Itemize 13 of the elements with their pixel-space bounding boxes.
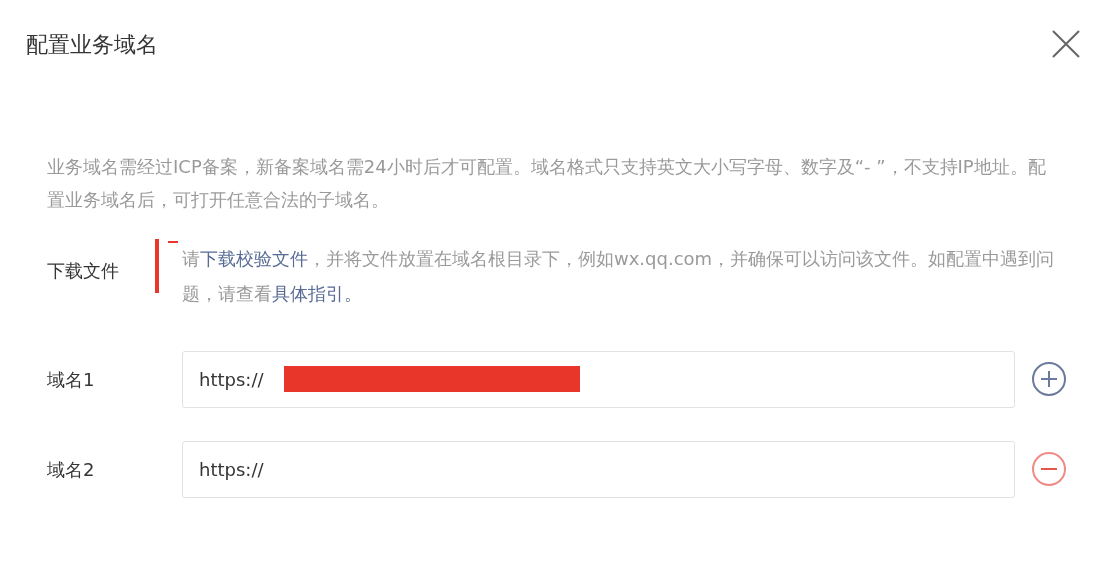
dialog-title: 配置业务域名 — [26, 31, 158, 59]
field-label: 域名2 — [47, 457, 96, 482]
close-icon[interactable] — [1050, 28, 1082, 60]
link[interactable]: 下载校验文件 — [200, 248, 308, 269]
annotation-mark — [168, 241, 178, 243]
link[interactable]: 具体指引。 — [272, 283, 362, 304]
domain-field[interactable]: https:// — [182, 440, 1015, 498]
notice-text: 业务域名需经过ICP备案，新备案域名需24小时后才可配置。域名格式只支持英文大小写字母、数字及“- ”，不支持IP地址。配置业务域名后，可打开任意合法的子域名。 — [47, 155, 1047, 212]
field-label: 下载文件 — [47, 259, 120, 283]
add-icon[interactable] — [1031, 361, 1067, 397]
instruction-text: 请下载校验文件，并将文件放置在域名根目录下，例如wx.qq.com，并确保可以访问该文件。如配置中遇到问题，请查看具体指引。 — [182, 247, 1056, 306]
field-label: 域名1 — [47, 367, 96, 392]
remove-icon[interactable] — [1031, 451, 1067, 487]
